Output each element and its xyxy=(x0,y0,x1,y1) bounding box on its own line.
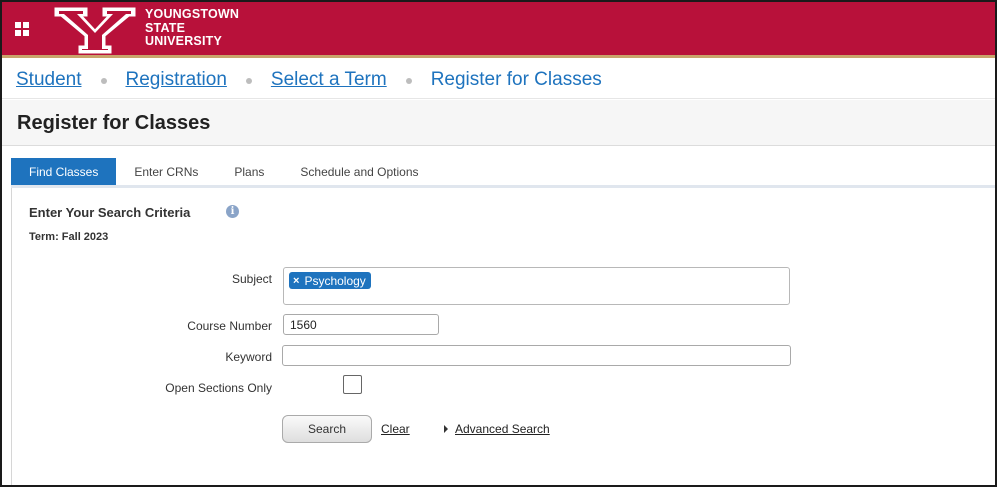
app-grid-menu-icon[interactable] xyxy=(15,22,29,36)
university-name: YOUNGSTOWN STATE UNIVERSITY xyxy=(145,7,240,49)
course-number-input[interactable] xyxy=(283,314,439,335)
logo-line-1: YOUNGSTOWN xyxy=(145,7,240,21)
breadcrumb-separator-icon xyxy=(100,77,107,84)
tab-enter-crns[interactable]: Enter CRNs xyxy=(116,158,216,186)
browser-frame: YOUNGSTOWN STATE UNIVERSITY Student Regi… xyxy=(0,0,997,487)
tab-bar: Find Classes Enter CRNs Plans Schedule a… xyxy=(11,158,437,186)
logo-line-2: STATE xyxy=(145,20,186,35)
logo-line-3: UNIVERSITY xyxy=(145,34,223,48)
tab-plans[interactable]: Plans xyxy=(216,158,282,186)
search-criteria-heading: Enter Your Search Criteria xyxy=(29,205,191,220)
keyword-input[interactable] xyxy=(282,345,791,366)
subject-chip: × Psychology xyxy=(289,272,371,289)
tab-schedule-and-options[interactable]: Schedule and Options xyxy=(282,158,436,186)
open-sections-checkbox[interactable] xyxy=(343,375,362,394)
subject-input[interactable]: × Psychology xyxy=(283,267,790,305)
course-number-label: Course Number xyxy=(187,319,272,333)
advanced-search-link[interactable]: Advanced Search xyxy=(455,422,550,436)
subject-label: Subject xyxy=(231,272,272,286)
info-icon[interactable]: i xyxy=(226,205,239,218)
clear-link[interactable]: Clear xyxy=(381,422,410,436)
breadcrumb-registration-link[interactable]: Registration xyxy=(126,69,227,91)
top-header-bar: YOUNGSTOWN STATE UNIVERSITY xyxy=(2,2,995,58)
breadcrumb-separator-icon xyxy=(245,77,252,84)
open-sections-label: Open Sections Only xyxy=(165,381,272,395)
keyword-label: Keyword xyxy=(225,350,272,364)
breadcrumb-student-link[interactable]: Student xyxy=(16,69,82,91)
subject-chip-label: Psychology xyxy=(304,273,366,288)
breadcrumb: Student Registration Select a Term Regis… xyxy=(2,61,995,99)
expand-arrow-icon[interactable] xyxy=(444,425,448,433)
breadcrumb-separator-icon xyxy=(405,77,412,84)
title-bar: Register for Classes xyxy=(2,100,995,146)
university-logo-icon[interactable] xyxy=(53,6,137,54)
tab-find-classes[interactable]: Find Classes xyxy=(11,158,117,186)
page-title: Register for Classes xyxy=(17,112,211,134)
term-label: Term: Fall 2023 xyxy=(29,231,109,243)
chip-remove-icon[interactable]: × xyxy=(293,275,299,287)
breadcrumb-select-term-link[interactable]: Select a Term xyxy=(271,69,387,91)
search-criteria-panel: Enter Your Search Criteria i Term: Fall … xyxy=(11,188,995,485)
breadcrumb-current: Register for Classes xyxy=(430,68,602,90)
search-button[interactable]: Search xyxy=(282,415,372,443)
